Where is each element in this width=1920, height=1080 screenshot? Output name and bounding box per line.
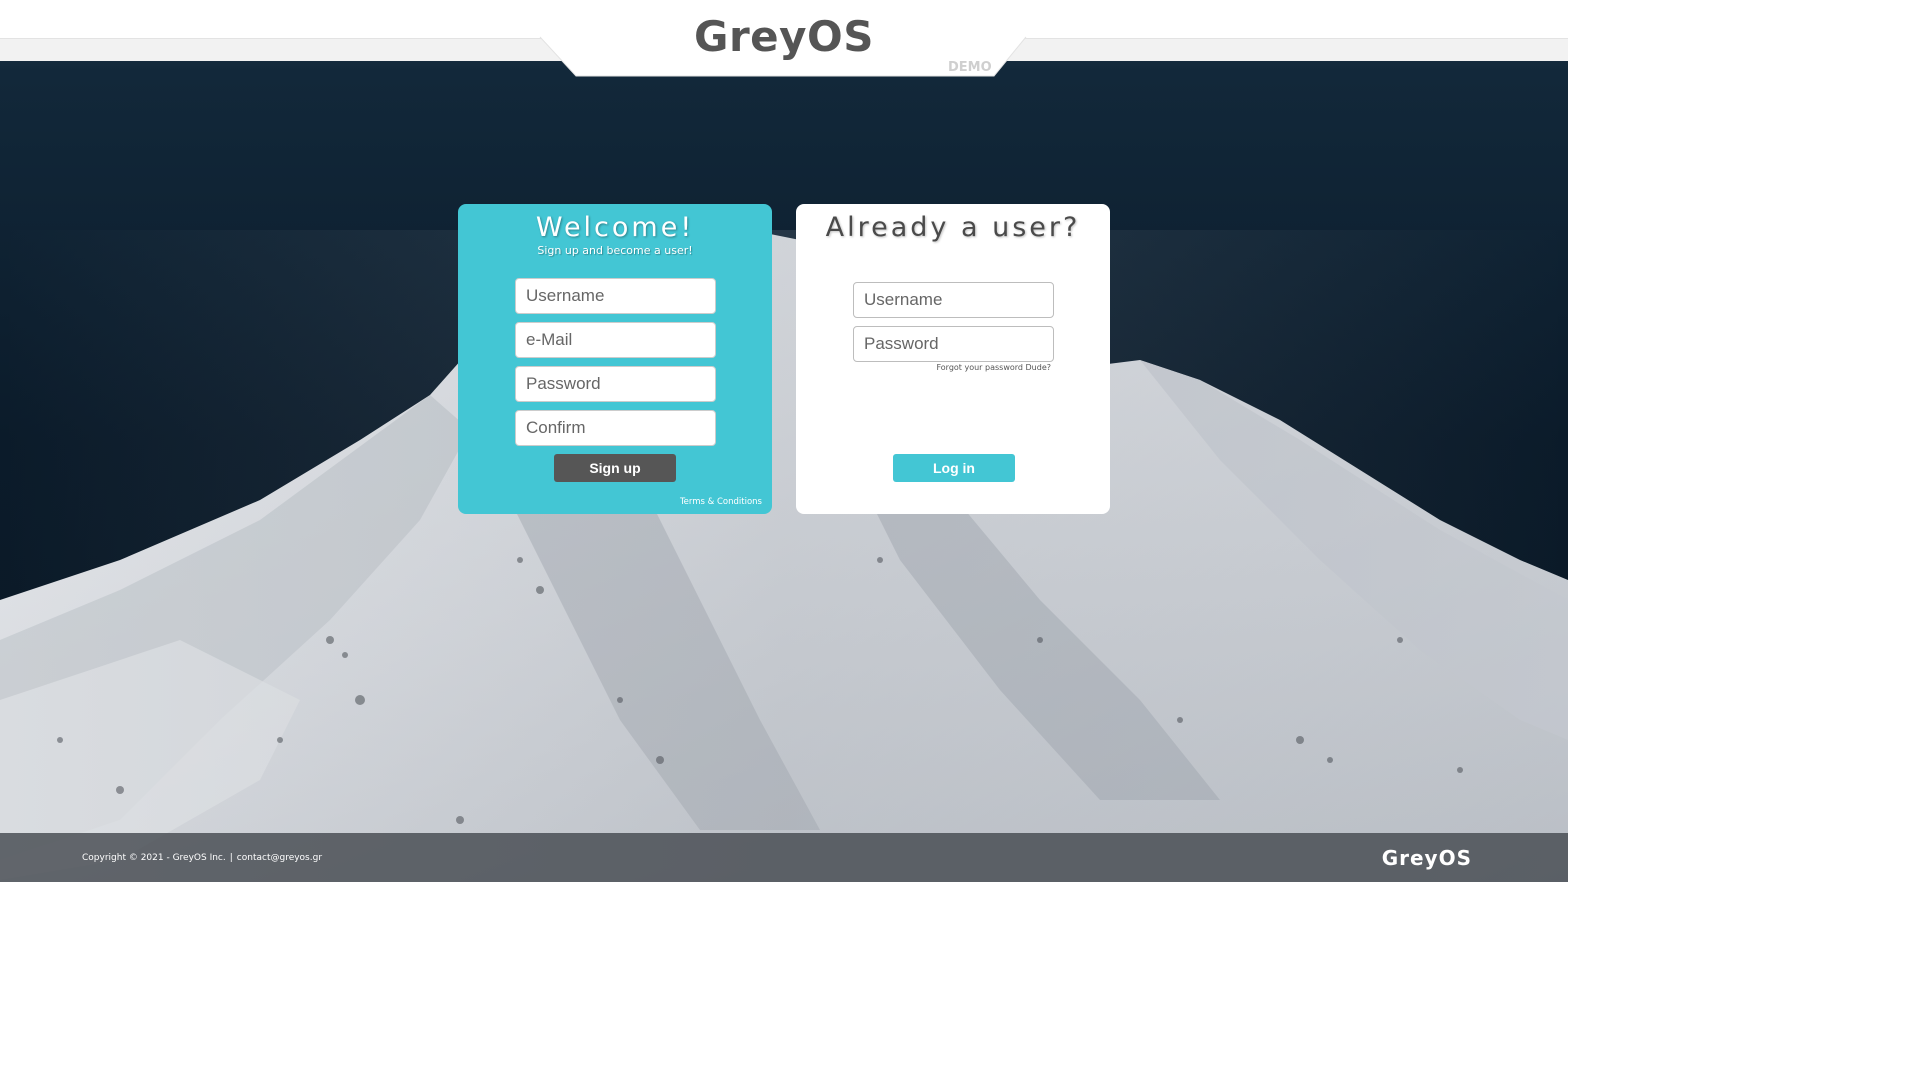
signup-password-input[interactable] <box>515 366 716 402</box>
forgot-password-link[interactable]: Forgot your password Dude? <box>936 363 1051 372</box>
login-password-input[interactable] <box>853 326 1054 362</box>
signup-username-input[interactable] <box>515 278 716 314</box>
footer: Copyright © 2021 - GreyOS Inc. | contact@g… <box>0 833 1568 882</box>
demo-badge: DEMO <box>948 60 992 75</box>
footer-contact-email[interactable]: contact@greyos.gr <box>237 853 322 863</box>
terms-and-conditions-link[interactable]: Terms & Conditions <box>680 497 762 507</box>
brand-title: GreyOS <box>693 12 874 61</box>
login-page: GreyOS DEMO Welcome! Sign up and become … <box>0 0 1568 882</box>
login-card: Already a user? Forgot your password Dud… <box>796 204 1110 514</box>
signup-title: Welcome! <box>535 212 695 243</box>
login-username-input[interactable] <box>853 282 1054 318</box>
signup-button[interactable]: Sign up <box>554 454 676 482</box>
signup-card: Welcome! Sign up and become a user! Sign… <box>458 204 772 514</box>
mountain-background-image <box>0 0 1568 882</box>
footer-separator: | <box>229 853 233 863</box>
login-title: Already a user? <box>825 212 1081 243</box>
footer-copyright-line: Copyright © 2021 - GreyOS Inc. | contact@g… <box>82 853 322 863</box>
footer-brand-logo: GreyOS <box>1381 846 1472 870</box>
footer-copyright: Copyright © 2021 - GreyOS Inc. <box>82 853 226 863</box>
signup-email-input[interactable] <box>515 322 716 358</box>
signup-subtitle: Sign up and become a user! <box>537 244 693 257</box>
login-button[interactable]: Log in <box>893 454 1015 482</box>
signup-confirm-input[interactable] <box>515 410 716 446</box>
